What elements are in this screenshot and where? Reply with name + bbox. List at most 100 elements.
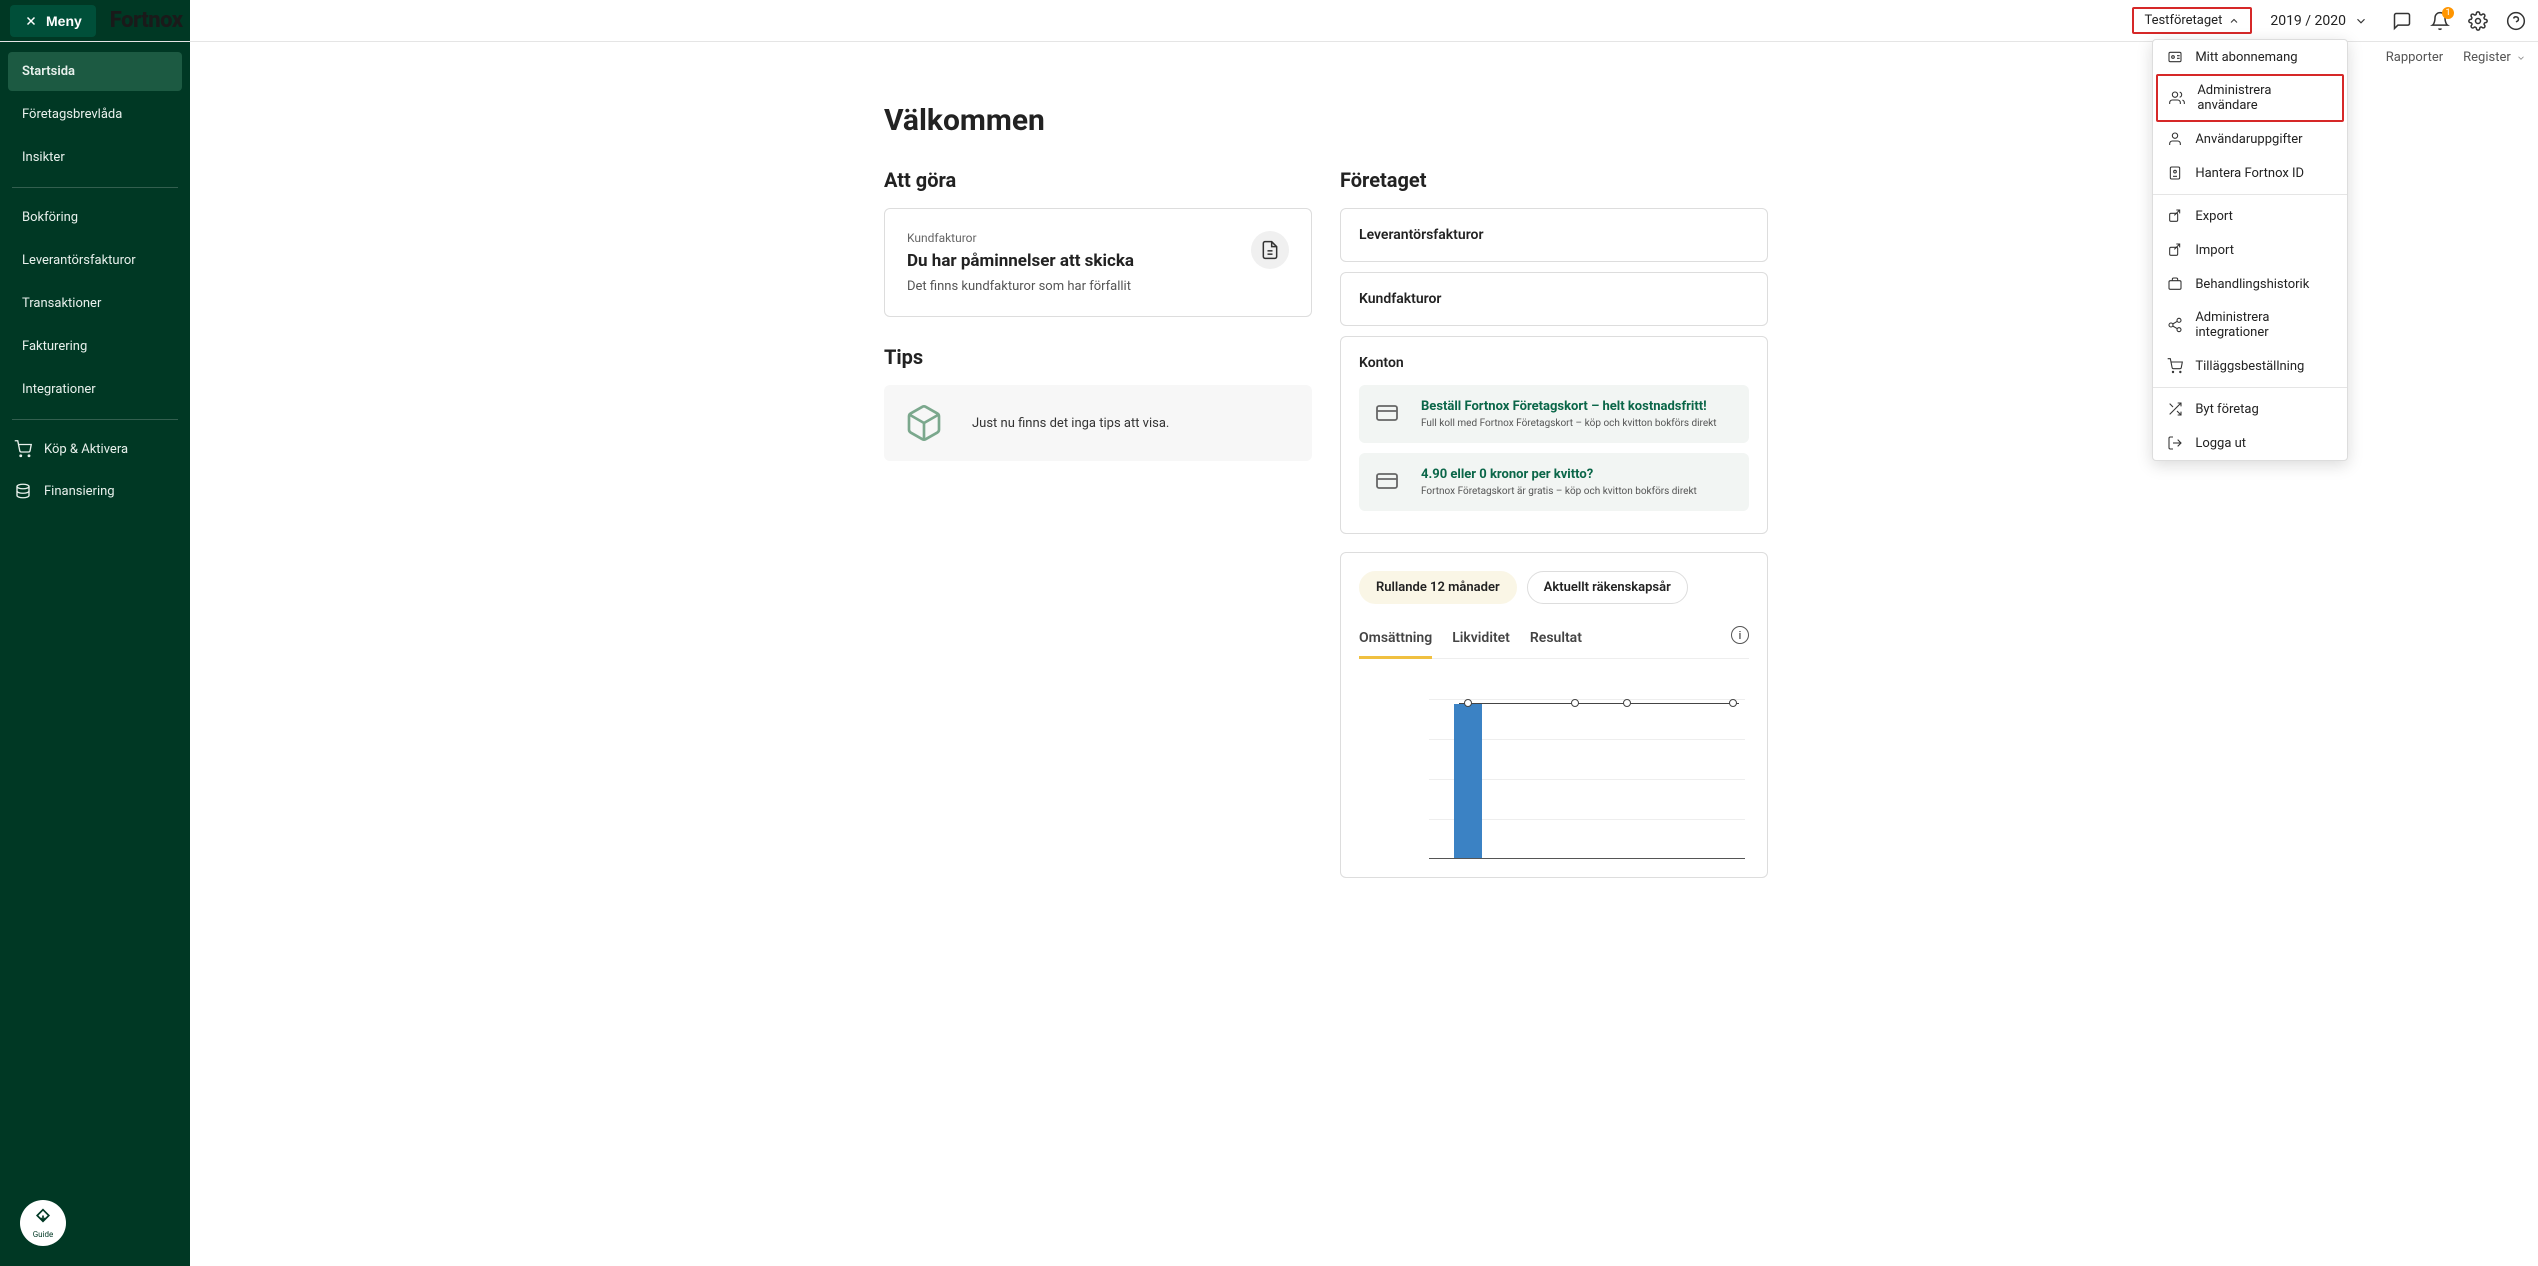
sidebar-item-insikter[interactable]: Insikter [8, 138, 182, 177]
promo-title: 4.90 eller 0 kronor per kvitto? [1421, 467, 1697, 482]
dropdown-item-administrera-anvandare[interactable]: Administrera användare [2156, 74, 2344, 122]
konton-heading: Konton [1359, 355, 1749, 371]
menu-label: Meny [46, 13, 82, 29]
header: Meny Fortnox Testföretaget Mitt abonnema… [0, 0, 2538, 42]
gear-icon[interactable] [2468, 11, 2488, 31]
sidebar-item-integrationer[interactable]: Integrationer [8, 370, 182, 409]
company-row-kundfakturor[interactable]: Kundfakturor [1340, 272, 1768, 326]
export-icon [2167, 208, 2183, 224]
help-icon[interactable] [2506, 11, 2526, 31]
sidebar-item-leverantorsfakturor[interactable]: Leverantörsfakturor [8, 241, 182, 280]
page-title: Välkommen [884, 103, 1894, 138]
chat-icon[interactable] [2392, 11, 2412, 31]
tab-likviditet[interactable]: Likviditet [1452, 622, 1510, 658]
chart-baseline [1429, 858, 1745, 859]
sidebar-item-startsida[interactable]: Startsida [8, 52, 182, 91]
promo-kvitto[interactable]: 4.90 eller 0 kronor per kvitto? Fortnox … [1359, 453, 1749, 511]
sidebar-divider [12, 419, 178, 420]
dropdown-label: Administrera integrationer [2195, 310, 2333, 340]
dropdown-label: Administrera användare [2197, 83, 2331, 113]
todo-title: Du har påminnelser att skicka [907, 251, 1235, 271]
year-dropdown[interactable]: 2019 / 2020 [2270, 13, 2368, 29]
period-aktuellt[interactable]: Aktuellt räkenskapsår [1527, 571, 1688, 604]
company-row-leverantorsfakturor[interactable]: Leverantörsfakturor [1340, 208, 1768, 262]
credit-card-icon [1375, 399, 1401, 425]
share-icon [2167, 317, 2183, 333]
sidebar-item-bokforing[interactable]: Bokföring [8, 198, 182, 237]
box-icon [904, 403, 944, 443]
todo-category: Kundfakturor [907, 231, 1235, 245]
sidebar-item-transaktioner[interactable]: Transaktioner [8, 284, 182, 323]
dropdown-item-anvandaruppgifter[interactable]: Användaruppgifter [2153, 122, 2347, 156]
tab-omsattning[interactable]: Omsättning [1359, 622, 1432, 659]
promo-desc: Fortnox Företagskort är gratis – köp och… [1421, 486, 1697, 497]
todo-description: Det finns kundfakturor som har förfallit [907, 279, 1235, 294]
company-row-label: Kundfakturor [1359, 291, 1441, 307]
menu-button[interactable]: Meny [10, 5, 96, 37]
dropdown-item-hantera-fortnox-id[interactable]: Hantera Fortnox ID [2153, 156, 2347, 190]
chart-dot [1464, 699, 1472, 707]
dropdown-label: Behandlingshistorik [2195, 277, 2309, 292]
guide-button[interactable]: Guide [20, 1200, 66, 1246]
subheader-rapporter[interactable]: Rapporter [2386, 50, 2443, 65]
promo-title: Beställ Fortnox Företagskort – helt kost… [1421, 399, 1717, 414]
todo-card[interactable]: Kundfakturor Du har påminnelser att skic… [884, 208, 1312, 317]
dropdown-item-behandlingshistorik[interactable]: Behandlingshistorik [2153, 267, 2347, 301]
section-att-gora-heading: Att göra [884, 168, 1312, 192]
sidebar-item-foretagsbrevlada[interactable]: Företagsbrevlåda [8, 95, 182, 134]
tips-card: Just nu finns det inga tips att visa. [884, 385, 1312, 461]
sidebar-divider [12, 187, 178, 188]
dropdown-item-export[interactable]: Export [2153, 199, 2347, 233]
coins-icon [14, 482, 32, 500]
promo-foretagskort[interactable]: Beställ Fortnox Företagskort – helt kost… [1359, 385, 1749, 443]
chart-omsattning [1359, 689, 1749, 859]
id-card-icon [2167, 49, 2183, 65]
shuffle-icon [2167, 401, 2183, 417]
dropdown-label: Logga ut [2195, 436, 2246, 451]
bell-icon[interactable]: 1 [2430, 11, 2450, 31]
info-icon[interactable]: i [1731, 626, 1749, 644]
sidebar-item-kop-aktivera[interactable]: Köp & Aktivera [0, 428, 190, 470]
chart-line [1459, 703, 1739, 704]
dropdown-divider [2153, 387, 2347, 388]
period-rullande[interactable]: Rullande 12 månader [1359, 571, 1517, 604]
dropdown-label: Export [2195, 209, 2233, 224]
dropdown-item-import[interactable]: Import [2153, 233, 2347, 267]
subheader-register[interactable]: Register [2463, 50, 2526, 65]
logout-icon [2167, 435, 2183, 451]
sidebar-item-finansiering[interactable]: Finansiering [0, 470, 190, 512]
section-tips-heading: Tips [884, 345, 1312, 369]
dropdown-item-tillaggsbestallning[interactable]: Tilläggsbeställning [2153, 349, 2347, 383]
company-name: Testföretaget [2144, 13, 2222, 28]
chevron-down-icon [2354, 14, 2368, 28]
chart-dot [1623, 699, 1631, 707]
dropdown-item-byt-foretag[interactable]: Byt företag [2153, 392, 2347, 426]
chart-dot [1571, 699, 1579, 707]
dropdown-label: Mitt abonnemang [2195, 50, 2297, 65]
sidebar-item-fakturering[interactable]: Fakturering [8, 327, 182, 366]
guide-label: Guide [33, 1230, 54, 1239]
dropdown-label: Byt företag [2195, 402, 2258, 417]
import-icon [2167, 242, 2183, 258]
sidebar-item-label: Köp & Aktivera [44, 442, 128, 457]
company-dropdown[interactable]: Testföretaget Mitt abonnemang Administre… [2132, 7, 2252, 34]
konton-card: Konton Beställ Fortnox Företagskort – he… [1340, 336, 1768, 534]
company-dropdown-menu: Mitt abonnemang Administrera användare A… [2152, 39, 2348, 461]
credit-card-icon [1375, 467, 1401, 493]
tab-resultat[interactable]: Resultat [1530, 622, 1582, 658]
cart-icon [14, 440, 32, 458]
dropdown-label: Användaruppgifter [2195, 132, 2302, 147]
logo: Fortnox [110, 8, 183, 33]
dropdown-divider [2153, 194, 2347, 195]
close-icon [24, 14, 38, 28]
users-icon [2169, 90, 2185, 106]
dropdown-item-administrera-integrationer[interactable]: Administrera integrationer [2153, 301, 2347, 349]
dropdown-label: Import [2195, 243, 2234, 258]
dropdown-item-logga-ut[interactable]: Logga ut [2153, 426, 2347, 460]
year-range: 2019 / 2020 [2270, 13, 2346, 29]
sidebar: Startsida Företagsbrevlåda Insikter Bokf… [0, 0, 190, 1266]
chart-dot [1729, 699, 1737, 707]
promo-desc: Full koll med Fortnox Företagskort – köp… [1421, 418, 1717, 429]
stats-card: Rullande 12 månader Aktuellt räkenskapså… [1340, 552, 1768, 878]
dropdown-item-abonnemang[interactable]: Mitt abonnemang [2153, 40, 2347, 74]
